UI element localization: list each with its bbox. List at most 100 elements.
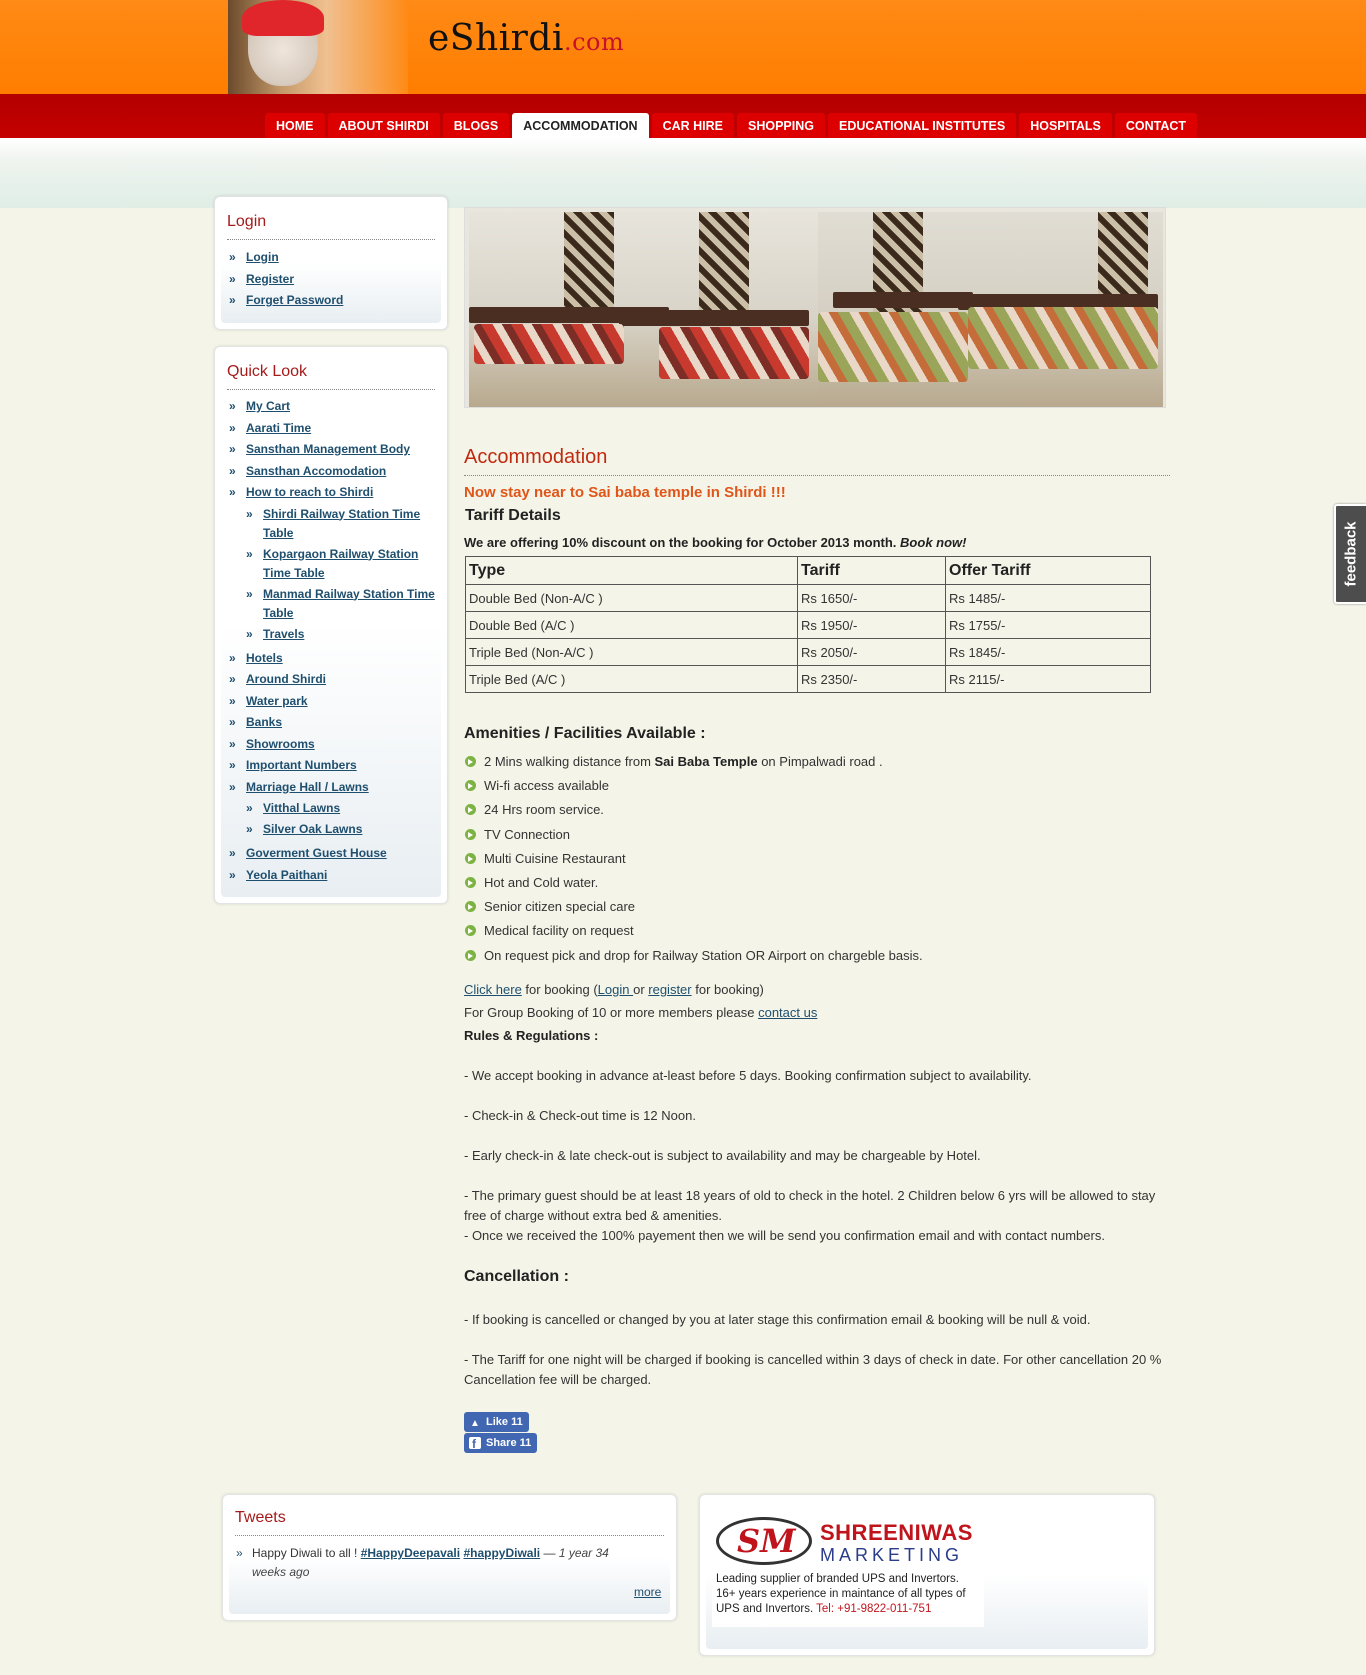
amenity-text: 24 Hrs room service.: [484, 802, 604, 818]
tagline: Now stay near to Sai baba temple in Shir…: [464, 484, 786, 501]
hotels-link[interactable]: Hotels: [246, 651, 283, 665]
nav-accommodation[interactable]: ACCOMMODATION: [512, 113, 649, 138]
like-label: Like 11: [486, 1416, 523, 1428]
around-shirdi-link[interactable]: Around Shirdi: [246, 672, 326, 686]
ad-line: 16+ years experience in maintance of all…: [716, 1588, 966, 1600]
important-numbers-link[interactable]: Important Numbers: [246, 758, 357, 772]
table-cell: Rs 1485/-: [945, 584, 1151, 612]
amenity-item: TV Connection: [464, 827, 923, 851]
booking-text: or: [633, 982, 649, 997]
how-to-reach-link[interactable]: How to reach to Shirdi: [246, 485, 373, 499]
nav-contact[interactable]: CONTACT: [1114, 113, 1198, 138]
ad-line: Leading supplier of branded UPS and Inve…: [716, 1573, 959, 1585]
register-link[interactable]: Register: [246, 272, 294, 286]
silver-oak-lawns-link[interactable]: Silver Oak Lawns: [263, 822, 362, 836]
ad-company-name: SHREENIWAS: [820, 1520, 973, 1545]
facebook-share-button[interactable]: Share 11: [464, 1433, 538, 1454]
login-link-item: Forget Password: [229, 290, 343, 312]
facebook-like-button[interactable]: Like 11: [464, 1412, 529, 1434]
quicklook-links: My Cart Aarati Time Sansthan Management …: [229, 396, 435, 886]
login-link[interactable]: Login: [246, 250, 279, 264]
sai-baba-logo-image[interactable]: [228, 0, 408, 94]
travels-link[interactable]: Travels: [263, 627, 304, 641]
bullet-arrow-icon: [465, 925, 476, 937]
rule-text: - Check-in & Check-out time is 12 Noon.: [464, 1108, 696, 1123]
amenity-item: On request pick and drop for Railway Sta…: [464, 948, 923, 972]
tweet-text: Happy Diwali to all !: [252, 1546, 361, 1560]
amenity-text: Medical facility on request: [484, 923, 634, 939]
link-line: Manmad Railway Station Time: [263, 586, 435, 601]
table-cell: Triple Bed (A/C ): [465, 665, 798, 693]
nav-shopping[interactable]: SHOPPING: [737, 113, 825, 138]
facebook-icon: [469, 1434, 481, 1454]
shreeniwas-advert[interactable]: SM SHREENIWAS MARKETING Leading supplier…: [712, 1509, 984, 1627]
tweets-more-link[interactable]: more: [634, 1585, 661, 1599]
quicklook-item: Water park: [229, 691, 435, 713]
amenities-list: 2 Mins walking distance from Sai Baba Te…: [464, 754, 923, 972]
showrooms-link[interactable]: Showrooms: [246, 737, 315, 751]
table-row: Triple Bed (Non-A/C ) Rs 2050/- Rs 1845/…: [465, 638, 1151, 666]
amenity-text: Wi-fi access available: [484, 778, 609, 794]
manmad-railway-timetable-link[interactable]: Manmad Railway Station Time Table: [263, 587, 435, 620]
login-link-item: Register: [229, 269, 343, 291]
quicklook-subitem: Travels: [229, 625, 435, 644]
quicklook-subitem: Manmad Railway Station Time Table: [229, 585, 435, 623]
header-band: [0, 138, 1366, 208]
water-park-link[interactable]: Water park: [246, 694, 308, 708]
quicklook-item: Aarati Time: [229, 418, 435, 440]
banks-link[interactable]: Banks: [246, 715, 282, 729]
site-logo-text[interactable]: eShirdi.com: [428, 18, 624, 59]
sansthan-management-link[interactable]: Sansthan Management Body: [246, 442, 410, 456]
guest-house-link[interactable]: Goverment Guest House: [246, 846, 387, 860]
shirdi-railway-timetable-link[interactable]: Shirdi Railway Station Time Table: [263, 507, 420, 540]
click-here-link[interactable]: Click here: [464, 982, 522, 997]
shreeniwas-logo-icon: SM: [716, 1517, 812, 1565]
nav-car-hire[interactable]: CAR HIRE: [651, 113, 734, 138]
aarati-time-link[interactable]: Aarati Time: [246, 421, 311, 435]
vitthal-lawns-link[interactable]: Vitthal Lawns: [263, 801, 340, 815]
forget-password-link[interactable]: Forget Password: [246, 293, 343, 307]
cancellation-text: - If booking is cancelled or changed by …: [464, 1312, 1091, 1327]
table-cell: Rs 2350/-: [797, 665, 946, 693]
my-cart-link[interactable]: My Cart: [246, 399, 290, 413]
nav-blogs[interactable]: BLOGS: [442, 113, 510, 138]
amenity-text: TV Connection: [484, 826, 570, 842]
table-header-row: Type Tariff Offer Tariff: [465, 556, 1151, 585]
nav-hospitals[interactable]: HOSPITALS: [1019, 113, 1112, 138]
amenity-text: Senior citizen special care: [484, 899, 636, 915]
headboard-shape: [833, 292, 973, 308]
room-photo-2: [818, 212, 1163, 407]
nav-about-shirdi[interactable]: ABOUT SHIRDI: [327, 113, 440, 138]
marriage-hall-link[interactable]: Marriage Hall / Lawns: [246, 780, 369, 794]
bullet-arrow-icon: [465, 852, 476, 864]
sai-baba-headscarf: [242, 0, 324, 36]
rules-heading: Rules & Regulations :: [464, 1028, 599, 1043]
booking-login-link[interactable]: Login: [598, 982, 633, 997]
yeola-paithani-link[interactable]: Yeola Paithani: [246, 868, 327, 882]
kopargaon-railway-timetable-link[interactable]: Kopargaon Railway Station Time Table: [263, 547, 418, 580]
booking-line: Click here for booking (Login or registe…: [464, 980, 1174, 1000]
hashtag-link[interactable]: #happyDiwali: [463, 1546, 540, 1560]
quicklook-item: Around Shirdi: [229, 669, 435, 691]
table-row: Double Bed (A/C ) Rs 1950/- Rs 1755/-: [465, 611, 1151, 639]
login-links: Login Register Forget Password: [229, 247, 343, 312]
table-cell: Double Bed (A/C ): [465, 611, 798, 639]
nav-educational-institutes[interactable]: EDUCATIONAL INSTITUTES: [828, 113, 1017, 138]
ad-telephone: Tel: +91-9822-011-751: [816, 1603, 932, 1615]
link-line: Shirdi Railway Station Time: [263, 506, 421, 521]
sansthan-accomodation-link[interactable]: Sansthan Accomodation: [246, 464, 386, 478]
nav-home[interactable]: HOME: [265, 113, 325, 138]
contact-us-link[interactable]: contact us: [758, 1005, 817, 1020]
amenity-text: On request pick and drop for Railway Sta…: [484, 947, 923, 963]
tariff-table: Type Tariff Offer Tariff Double Bed (Non…: [465, 556, 1151, 693]
booking-register-link[interactable]: register: [648, 982, 691, 997]
login-box-title: Login: [227, 213, 435, 240]
tweet-item: Happy Diwali to all ! #HappyDeepavali #h…: [236, 1544, 646, 1582]
quicklook-subitem: Vitthal Lawns: [229, 799, 435, 818]
booking-text: for booking): [691, 982, 764, 997]
table-row: Triple Bed (A/C ) Rs 2350/- Rs 2115/-: [465, 665, 1151, 693]
hashtag-link[interactable]: #HappyDeepavali: [361, 1546, 460, 1560]
room-photo-1: [469, 212, 818, 407]
quicklook-item: Marriage Hall / Lawns: [229, 777, 435, 799]
feedback-tab[interactable]: feedback: [1334, 504, 1366, 604]
